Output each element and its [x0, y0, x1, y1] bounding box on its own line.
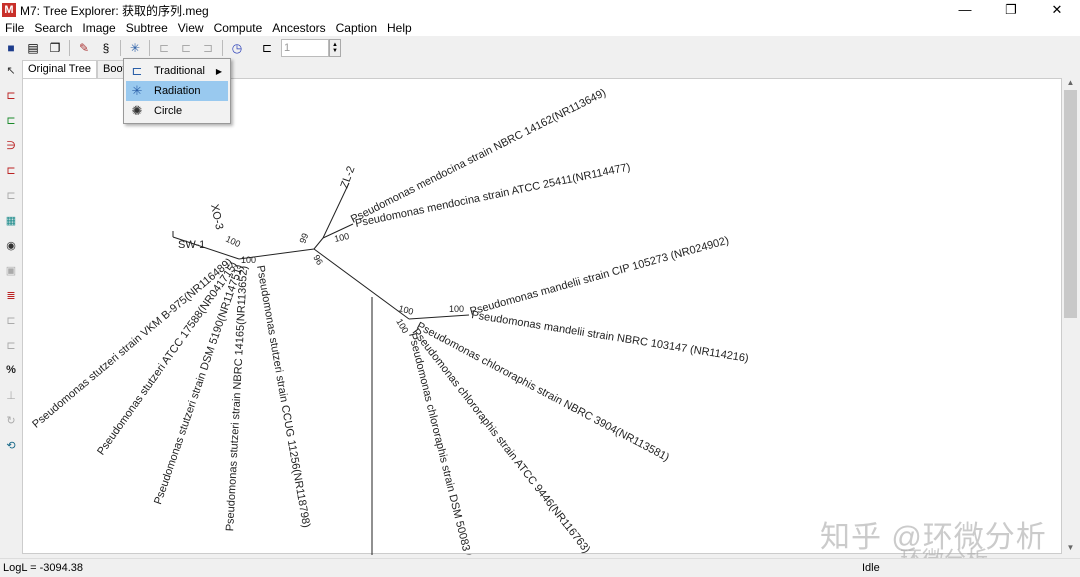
- tree-layout-icon[interactable]: ⊏: [156, 40, 172, 56]
- circle-tree-icon: ✺: [131, 103, 143, 118]
- clock-icon[interactable]: ◷: [229, 40, 245, 56]
- color-icon[interactable]: ▦: [3, 212, 19, 228]
- taxon-label[interactable]: Pseudomonas stutzeri strain CCUG 11256(N…: [254, 264, 312, 528]
- divider: [120, 40, 121, 56]
- scroll-thumb[interactable]: [1064, 90, 1077, 318]
- pointer-icon[interactable]: ↖: [3, 62, 19, 78]
- app-logo: M: [2, 3, 16, 17]
- tree-layout-icon[interactable]: ⊐: [200, 40, 216, 56]
- bootstrap-value: 100: [394, 317, 410, 335]
- divider: [149, 40, 150, 56]
- print-icon[interactable]: ▤: [25, 40, 41, 56]
- tab-original-tree[interactable]: Original Tree: [22, 60, 97, 78]
- status-state: Idle: [862, 562, 880, 574]
- taxon-label[interactable]: Pseudomonas mandelii strain NBRC 103147 …: [471, 309, 750, 365]
- bootstrap-value: 100: [241, 255, 256, 265]
- left-toolbar: ↖ ⊏ ⊏ ∋ ⊏ ⊏ ▦ ◉ ▣ ≣ ⊏ ⊏ % ⊥ ↻ ⟲: [0, 60, 22, 555]
- tools-icon[interactable]: ✎: [76, 40, 92, 56]
- tree-layout-icon[interactable]: ⊏: [178, 40, 194, 56]
- flip-icon[interactable]: ∋: [3, 137, 19, 153]
- radiation-tree-icon[interactable]: ✳: [127, 40, 143, 56]
- collapse-icon[interactable]: ⊏: [3, 187, 19, 203]
- traditional-tree-icon: ⊏: [131, 63, 143, 78]
- branch: [313, 237, 324, 250]
- subtree-green-icon[interactable]: ⊏: [3, 112, 19, 128]
- bootstrap-value: 100: [397, 303, 414, 317]
- menu-item-radiation[interactable]: ✳ Radiation: [126, 81, 228, 101]
- binoculars-icon[interactable]: ◉: [3, 237, 19, 253]
- menu-bar: File Search Image Subtree View Compute A…: [0, 20, 1080, 36]
- scroll-down-arrow-icon[interactable]: ▼: [1062, 543, 1079, 552]
- zoom-fit-icon[interactable]: ▣: [3, 262, 19, 278]
- submenu-arrow-icon: ▶: [215, 66, 222, 76]
- branch-icon[interactable]: ⊏: [3, 337, 19, 353]
- taxon-label[interactable]: Pseudomonas mendocina strain NBRC 14162(…: [349, 87, 608, 226]
- title-bar: M M7: Tree Explorer: 获取的序列.meg — ❐ ✕: [0, 0, 1080, 20]
- link-icon[interactable]: §: [98, 40, 114, 56]
- bootstrap-value: 100: [449, 304, 464, 314]
- label-icon[interactable]: ≣: [3, 287, 19, 303]
- branch: [322, 182, 350, 239]
- menu-image[interactable]: Image: [77, 20, 120, 36]
- branch: [313, 248, 410, 320]
- rotate-icon[interactable]: ↻: [3, 412, 19, 428]
- scale-icon[interactable]: ⊥: [3, 387, 19, 403]
- taxon-label[interactable]: SW-1: [178, 239, 205, 251]
- subtree-icon[interactable]: ⊏: [259, 40, 275, 56]
- taxon-label[interactable]: Pseudomonas mandelii strain CIP 105273 (…: [469, 235, 731, 318]
- tab-bar: Original Tree Boots: [22, 60, 138, 78]
- taxon-label[interactable]: XO-3: [208, 203, 225, 231]
- menu-ancestors[interactable]: Ancestors: [267, 20, 330, 36]
- status-bar: LogL = -3094.38 Idle: [0, 558, 1080, 576]
- menu-file[interactable]: File: [0, 20, 29, 36]
- percent-icon[interactable]: %: [3, 362, 19, 378]
- menu-item-traditional[interactable]: ⊏ Traditional ▶: [126, 61, 228, 81]
- window-title: M7: Tree Explorer: 获取的序列.meg: [20, 3, 209, 18]
- menu-item-label: Circle: [154, 105, 183, 117]
- branch-icon[interactable]: ⊏: [3, 312, 19, 328]
- menu-help[interactable]: Help: [382, 20, 417, 36]
- restore-button[interactable]: ❐: [988, 0, 1034, 20]
- copy-icon[interactable]: ❐: [47, 40, 63, 56]
- close-button[interactable]: ✕: [1034, 0, 1080, 20]
- phylogenetic-tree: ZL-2 XO-3 SW-1 Pseudomonas mendocina str…: [30, 87, 750, 559]
- vertical-scrollbar[interactable]: ▲ ▼: [1062, 78, 1079, 554]
- divider: [69, 40, 70, 56]
- view-dropdown-menu: ⊏ Traditional ▶ ✳ Radiation ✺ Circle: [123, 58, 231, 124]
- menu-caption[interactable]: Caption: [331, 20, 382, 36]
- branch: [408, 314, 470, 320]
- menu-compute[interactable]: Compute: [209, 20, 268, 36]
- menu-subtree[interactable]: Subtree: [121, 20, 173, 36]
- menu-item-circle[interactable]: ✺ Circle: [126, 101, 228, 121]
- bootstrap-value: 99: [297, 232, 310, 245]
- bootstrap-value: 100: [333, 231, 350, 244]
- minimize-button[interactable]: —: [942, 0, 988, 20]
- log-likelihood: LogL = -3094.38: [3, 562, 84, 574]
- refresh-icon[interactable]: ⟲: [3, 437, 19, 453]
- scroll-up-arrow-icon[interactable]: ▲: [1062, 78, 1079, 87]
- tree-canvas[interactable]: ZL-2 XO-3 SW-1 Pseudomonas mendocina str…: [22, 78, 1062, 559]
- toolbar: ■ ▤ ❐ ✎ § ✳ ⊏ ⊏ ⊐ ◷ ⊏ 1 ▲ ▼: [0, 37, 1080, 59]
- divider: [222, 40, 223, 56]
- menu-search[interactable]: Search: [29, 20, 77, 36]
- depth-input[interactable]: 1: [281, 39, 329, 57]
- save-icon[interactable]: ■: [3, 40, 19, 56]
- taxon-label[interactable]: ZL-2: [339, 165, 358, 190]
- spin-stepper[interactable]: ▲ ▼: [329, 39, 341, 57]
- menu-item-label: Radiation: [154, 85, 201, 97]
- subtree-red-icon[interactable]: ⊏: [3, 87, 19, 103]
- mark-icon[interactable]: ⊏: [3, 162, 19, 178]
- radiation-tree-icon: ✳: [131, 83, 143, 98]
- menu-view[interactable]: View: [173, 20, 209, 36]
- bootstrap-value: 100: [224, 234, 242, 249]
- menu-item-label: Traditional: [154, 65, 205, 77]
